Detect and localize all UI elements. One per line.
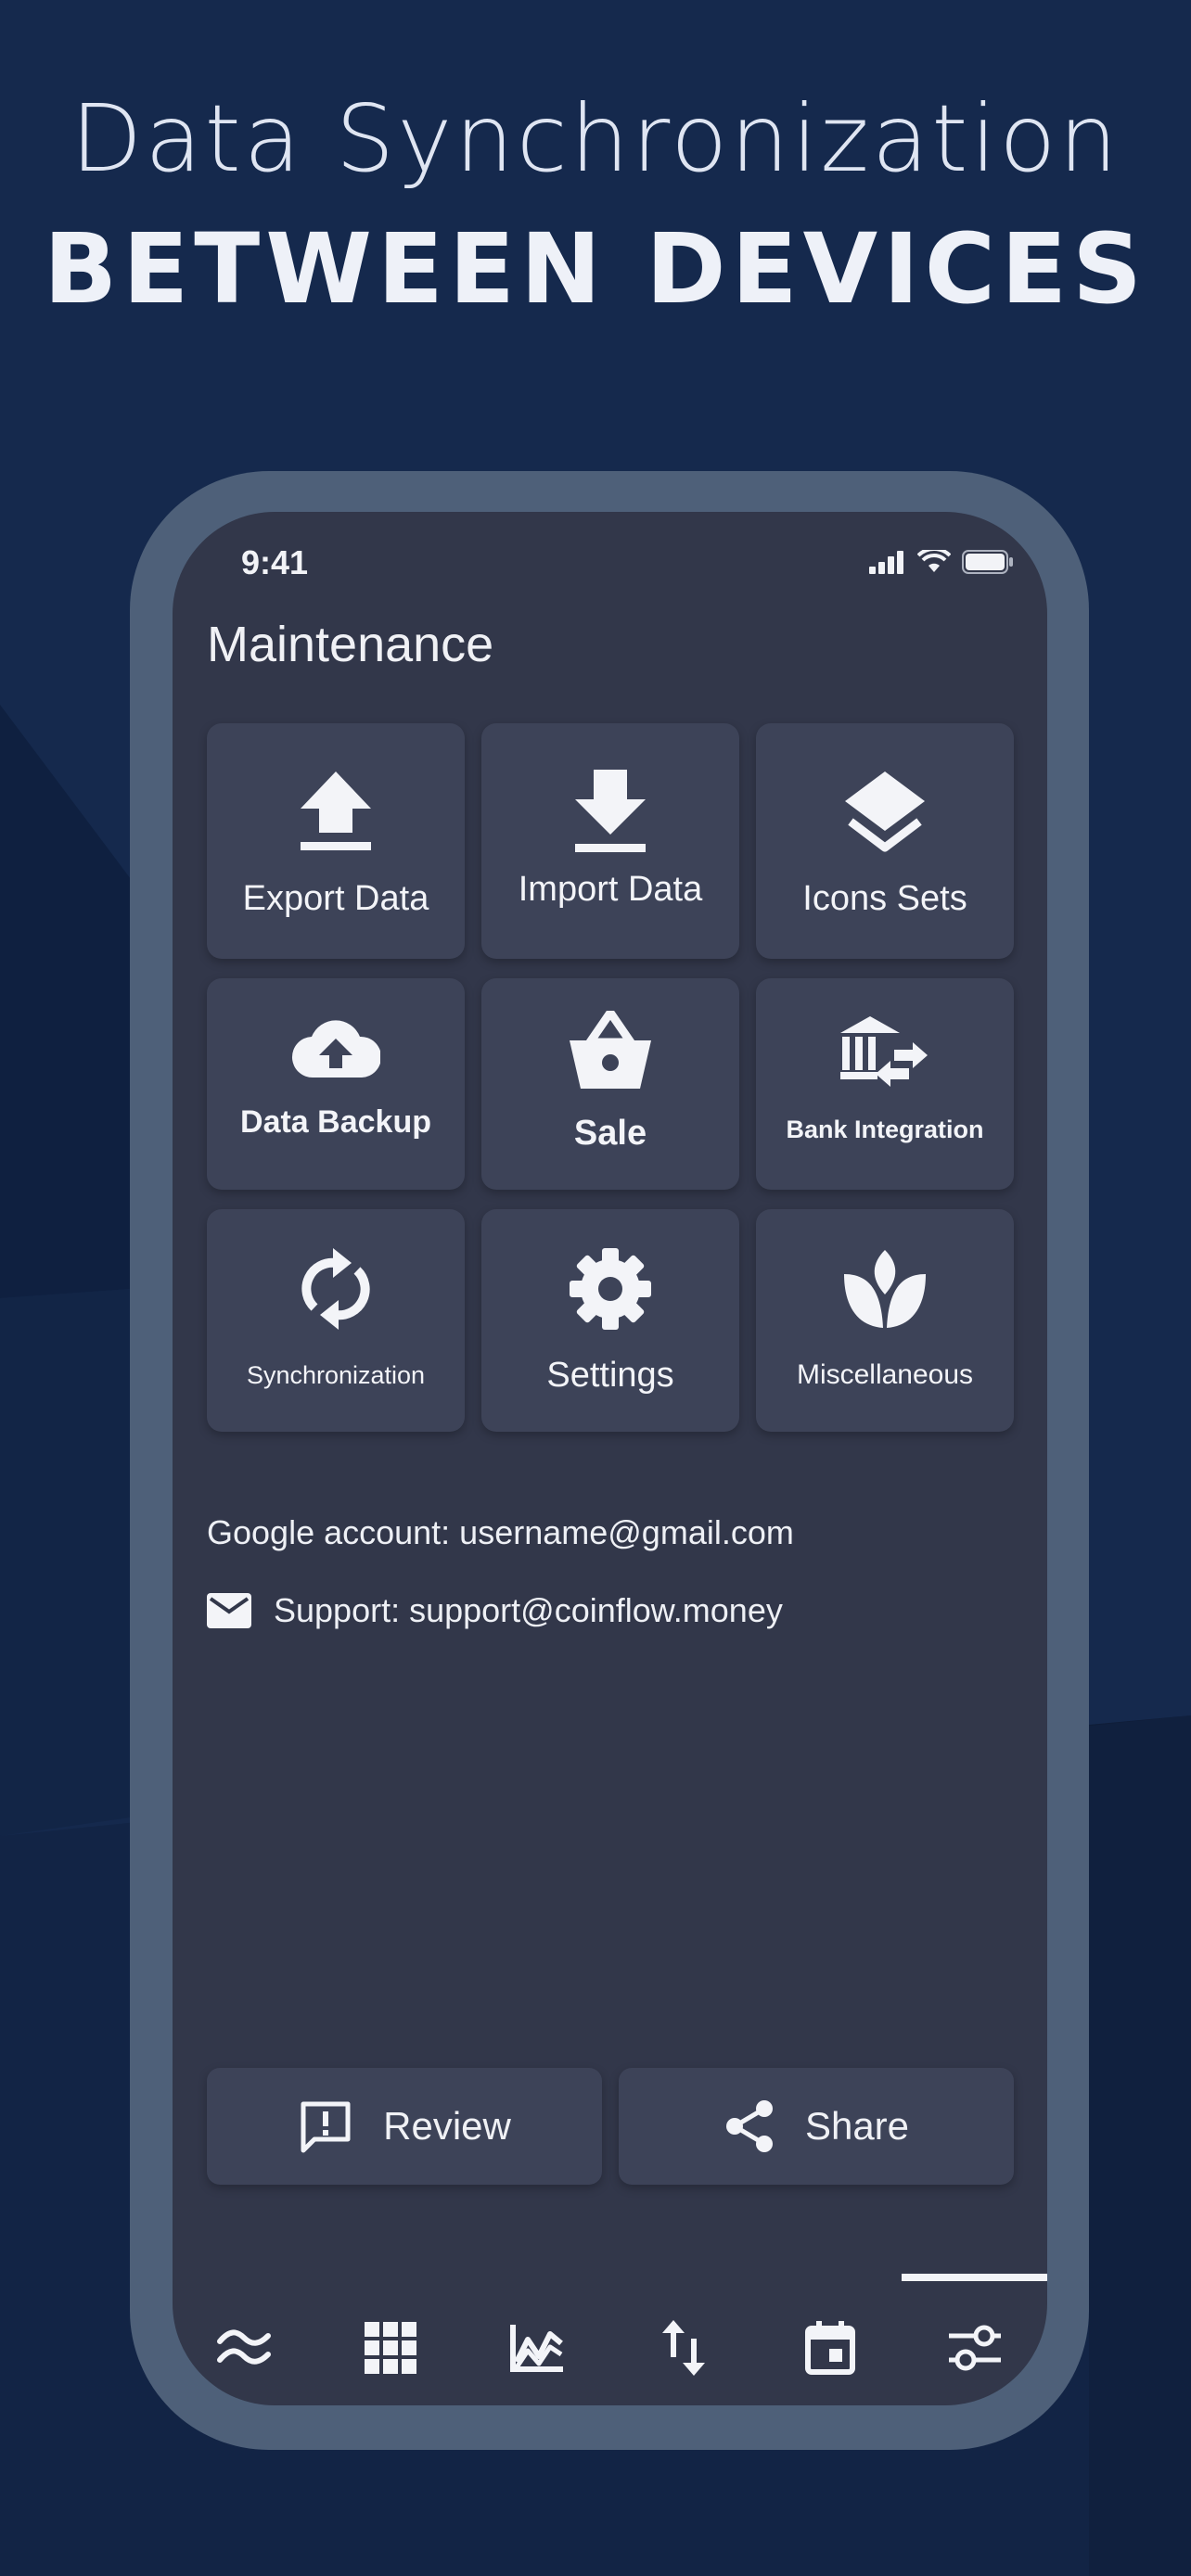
leaf-icon: [840, 1243, 929, 1335]
share-label: Share: [804, 2104, 910, 2148]
sliders-icon: [949, 2325, 1001, 2371]
calendar-icon: [805, 2321, 855, 2375]
waves-icon: [217, 2329, 271, 2365]
signal-icon: [869, 551, 903, 574]
miscellaneous-tile[interactable]: Miscellaneous: [756, 1209, 1014, 1432]
tab-calendar[interactable]: [788, 2311, 872, 2385]
download-icon: [573, 760, 647, 862]
support-email: Support: support@coinflow.money: [274, 1591, 783, 1629]
layers-icon: [843, 760, 927, 862]
tile-label: Import Data: [518, 870, 703, 909]
tile-label: Settings: [546, 1356, 674, 1395]
bottom-tab-bar: [173, 2274, 1047, 2404]
gear-icon: [568, 1243, 653, 1335]
review-button[interactable]: Review: [207, 2068, 602, 2185]
export-data-tile[interactable]: Export Data: [207, 723, 465, 959]
sale-tile[interactable]: Sale: [481, 978, 739, 1190]
headline: Data Synchronization BETWEEN DEVICES: [0, 83, 1191, 343]
grid-icon: [365, 2322, 416, 2374]
headline-line1: Data Synchronization: [70, 84, 1121, 193]
tile-label: Synchronization: [246, 1361, 426, 1389]
headline-line2: BETWEEN DEVICES: [43, 212, 1148, 325]
chart-icon: [510, 2325, 563, 2372]
tab-overview[interactable]: [202, 2311, 286, 2385]
tile-label: Bank Integration: [786, 1116, 984, 1143]
share-icon: [725, 2100, 773, 2152]
phone-screen: 9:41 Maintenance Export Data Import Data…: [173, 512, 1047, 2405]
support-row[interactable]: Support: support@coinflow.money: [207, 1591, 783, 1630]
page-title: Maintenance: [207, 617, 494, 672]
transfer-arrows-icon: [662, 2320, 705, 2376]
status-time: 9:41: [241, 543, 309, 581]
sync-icon: [301, 1243, 370, 1335]
tab-transactions[interactable]: [642, 2311, 725, 2385]
tile-label: Icons Sets: [802, 879, 967, 918]
tile-label: Export Data: [242, 879, 429, 918]
wifi-icon: [917, 550, 951, 572]
battery-icon: [962, 550, 1013, 574]
tile-label: Data Backup: [240, 1104, 431, 1140]
tab-categories[interactable]: [349, 2311, 432, 2385]
tile-label: Miscellaneous: [796, 1359, 974, 1390]
google-account: Google account: username@gmail.com: [207, 1513, 794, 1551]
bank-transfer-icon: [839, 1012, 931, 1090]
upload-icon: [299, 760, 373, 862]
cloud-upload-icon: [291, 1012, 380, 1086]
data-backup-tile[interactable]: Data Backup: [207, 978, 465, 1190]
mail-icon: [207, 1593, 251, 1628]
tab-reports[interactable]: [495, 2311, 579, 2385]
settings-tile[interactable]: Settings: [481, 1209, 739, 1432]
feedback-icon: [301, 2101, 351, 2153]
basket-icon: [566, 1011, 655, 1090]
tile-label: Sale: [573, 1114, 647, 1153]
import-data-tile[interactable]: Import Data: [481, 723, 739, 959]
icons-sets-tile[interactable]: Icons Sets: [756, 723, 1014, 959]
synchronization-tile[interactable]: Synchronization: [207, 1209, 465, 1432]
tab-active-indicator: [902, 2274, 1047, 2281]
status-bar: 9:41: [173, 512, 1047, 605]
tab-maintenance[interactable]: [933, 2311, 1017, 2385]
bank-integration-tile[interactable]: Bank Integration: [756, 978, 1014, 1190]
review-label: Review: [383, 2104, 511, 2148]
share-button[interactable]: Share: [619, 2068, 1014, 2185]
